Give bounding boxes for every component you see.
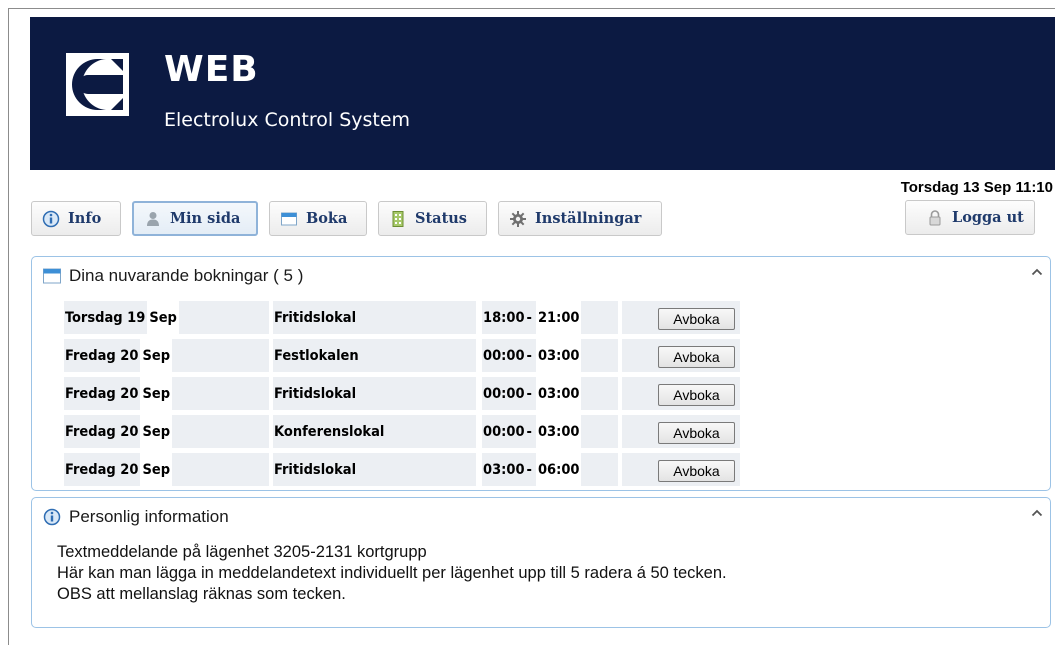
booking-date: Fredag 20 Sep	[64, 453, 269, 486]
booking-month: Sep	[140, 339, 173, 372]
booking-day: Fredag 20	[65, 423, 139, 440]
booking-date: Fredag 20 Sep	[64, 339, 269, 372]
personal-info-text: Textmeddelande på lägenhet 3205-2131 kor…	[57, 542, 727, 605]
booking-day: Fredag 20	[65, 385, 139, 402]
booking-time-separator: -	[526, 423, 532, 440]
booking-time: 18:00-21:00	[482, 301, 618, 334]
header-banner: WEB Electrolux Control System	[30, 17, 1055, 170]
booking-time: 00:00-03:00	[482, 339, 618, 372]
bookings-panel: Dina nuvarande bokningar ( 5 ) Torsdag 1…	[31, 256, 1051, 491]
info-line: Här kan man lägga in meddelandetext indi…	[57, 564, 727, 582]
booking-end: 06:00	[535, 453, 582, 486]
electrolux-logo-icon	[66, 53, 129, 116]
booking-room-name: Festlokalen	[274, 347, 359, 364]
booking-start: 18:00	[483, 309, 525, 326]
nav-info-label: Info	[68, 210, 102, 227]
nav-my-page-button[interactable]: Min sida	[132, 201, 258, 236]
gear-icon	[510, 210, 526, 227]
booking-time: 00:00-03:00	[482, 377, 618, 410]
booking-room: Festlokalen	[273, 339, 476, 372]
nav-book-button[interactable]: Boka	[269, 201, 367, 236]
nav-settings-label: Inställningar	[535, 210, 642, 227]
cancel-booking-button[interactable]: Avboka	[658, 346, 735, 368]
current-datetime: Torsdag 13 Sep 11:10	[900, 179, 1053, 196]
nav-status-button[interactable]: Status	[378, 201, 487, 236]
booking-start: 03:00	[483, 461, 525, 478]
bookings-panel-header: Dina nuvarande bokningar ( 5 )	[42, 265, 303, 287]
logout-button[interactable]: Logga ut	[905, 200, 1035, 235]
booking-date: Fredag 20 Sep	[64, 415, 269, 448]
booking-time: 03:00-06:00	[482, 453, 618, 486]
cancel-booking-button[interactable]: Avboka	[658, 460, 735, 482]
booking-day: Torsdag 19	[65, 309, 146, 326]
personal-info-panel-header: Personlig information	[42, 506, 229, 528]
booking-end: 03:00	[535, 377, 582, 410]
booking-end: 03:00	[535, 339, 582, 372]
logo-subtitle: Electrolux Control System	[164, 109, 411, 131]
logo-title: WEB	[164, 49, 259, 90]
booking-date: Torsdag 19 Sep	[64, 301, 269, 334]
booking-end: 21:00	[535, 301, 582, 334]
booking-month: Sep	[140, 377, 173, 410]
booking-time-separator: -	[526, 461, 532, 478]
nav-status-label: Status	[415, 210, 467, 227]
calendar-icon	[43, 268, 61, 284]
booking-room-name: Konferenslokal	[274, 423, 385, 440]
booking-day: Fredag 20	[65, 461, 139, 478]
booking-start: 00:00	[483, 423, 525, 440]
info-icon	[42, 210, 60, 227]
logout-label: Logga ut	[952, 209, 1024, 226]
booking-date: Fredag 20 Sep	[64, 377, 269, 410]
info-line: Textmeddelande på lägenhet 3205-2131 kor…	[57, 543, 427, 561]
cancel-booking-button[interactable]: Avboka	[658, 384, 735, 406]
chevron-up-icon[interactable]	[1030, 265, 1044, 279]
booking-day: Fredag 20	[65, 347, 139, 364]
personal-info-panel: Personlig information Textmeddelande på …	[31, 497, 1051, 628]
booking-room-name: Fritidslokal	[274, 461, 357, 478]
info-icon	[43, 508, 61, 526]
cancel-booking-button[interactable]: Avboka	[658, 308, 735, 330]
nav-book-label: Boka	[306, 210, 348, 227]
padlock-icon	[929, 209, 941, 225]
booking-end: 03:00	[535, 415, 582, 448]
booking-room-name: Fritidslokal	[274, 385, 357, 402]
info-line: OBS att mellanslag räknas som tecken.	[57, 585, 346, 603]
booking-time-separator: -	[526, 347, 532, 364]
calendar-icon	[281, 212, 297, 225]
booking-time: 00:00-03:00	[482, 415, 618, 448]
booking-room-name: Fritidslokal	[274, 309, 357, 326]
nav-info-button[interactable]: Info	[31, 201, 121, 236]
personal-info-panel-title: Personlig information	[69, 507, 229, 526]
booking-time-separator: -	[526, 385, 532, 402]
booking-room: Fritidslokal	[273, 301, 476, 334]
booking-room: Fritidslokal	[273, 453, 476, 486]
cancel-booking-button[interactable]: Avboka	[658, 422, 735, 444]
booking-month: Sep	[147, 301, 179, 334]
nav-settings-button[interactable]: Inställningar	[498, 201, 662, 236]
chevron-up-icon[interactable]	[1030, 506, 1044, 520]
booking-room: Fritidslokal	[273, 377, 476, 410]
booking-room: Konferenslokal	[273, 415, 476, 448]
booking-time-separator: -	[526, 309, 532, 326]
booking-month: Sep	[140, 453, 173, 486]
booking-start: 00:00	[483, 385, 525, 402]
user-icon	[147, 211, 159, 226]
nav-my-page-label: Min sida	[170, 210, 241, 227]
booking-start: 00:00	[483, 347, 525, 364]
booking-month: Sep	[140, 415, 173, 448]
building-icon	[392, 210, 404, 227]
bookings-panel-title: Dina nuvarande bokningar ( 5 )	[69, 266, 304, 285]
